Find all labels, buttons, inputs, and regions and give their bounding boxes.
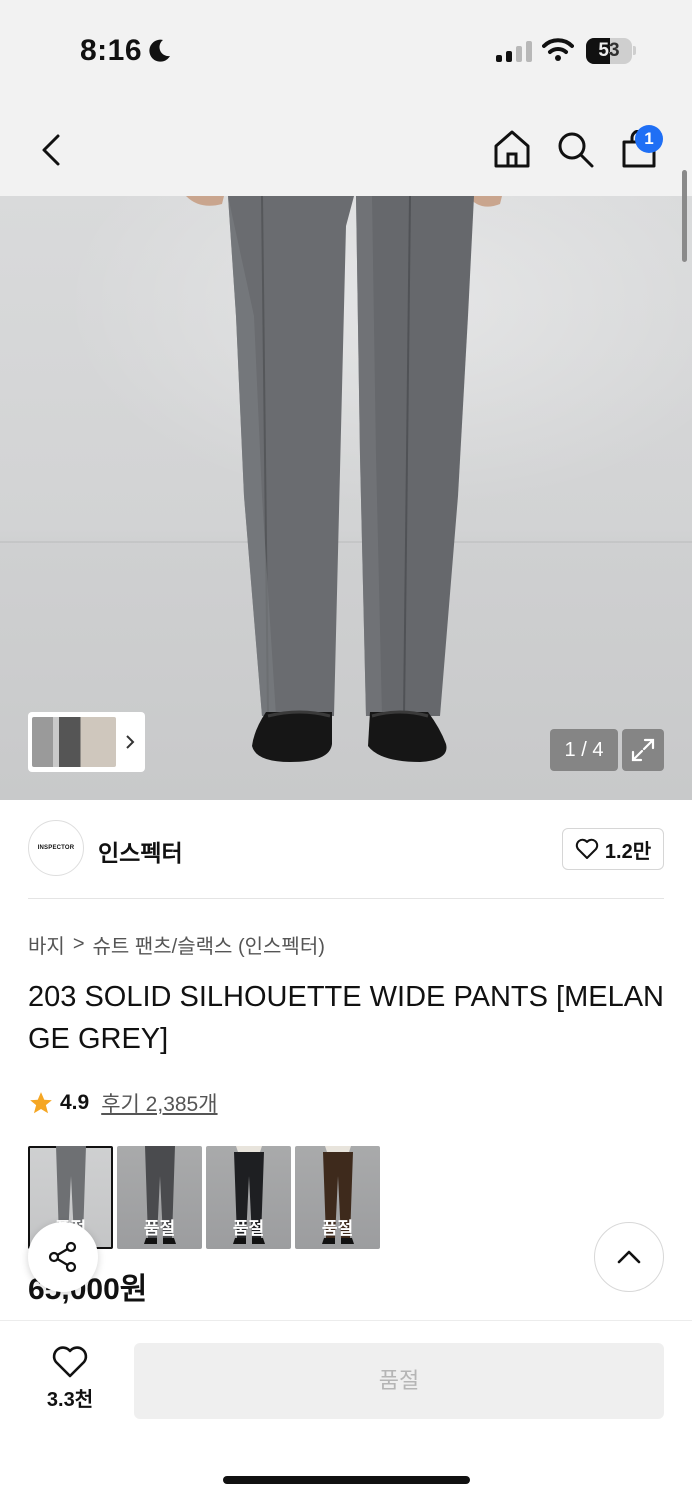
- review-count-link[interactable]: 후기 2,385개: [101, 1088, 217, 1118]
- variant-thumbnail[interactable]: 품절: [206, 1146, 291, 1249]
- chevron-up-icon: [617, 1250, 641, 1264]
- battery-tip: [633, 46, 636, 55]
- share-icon: [48, 1241, 77, 1273]
- brand-row: INSPECTOR 인스펙터 1.2만: [28, 820, 664, 880]
- breadcrumb: 바지 > 슈트 팬츠/슬랙스 (인스펙터): [28, 930, 325, 959]
- rating-row: 4.9 후기 2,385개: [28, 1088, 218, 1118]
- scrollbar[interactable]: [682, 170, 687, 262]
- battery-icon: 53: [586, 38, 632, 64]
- wifi-icon: [542, 38, 574, 61]
- back-arrow-icon[interactable]: [34, 130, 70, 170]
- top-nav-bar: [0, 100, 692, 196]
- divider: [28, 898, 664, 899]
- brand-logo-text: INSPECTOR: [37, 845, 75, 851]
- product-title: 203 SOLID SILHOUETTE WIDE PANTS [MELANGE…: [28, 981, 665, 1055]
- gallery-thumbnail-strip[interactable]: [28, 712, 145, 772]
- cart-count-badge: 1: [635, 125, 663, 153]
- bottom-action-bar: 3.3천 품절: [0, 1320, 692, 1500]
- brand-name[interactable]: 인스펙터: [98, 834, 183, 868]
- breadcrumb-category[interactable]: 바지: [28, 930, 65, 959]
- variant-thumbnail[interactable]: 품절: [117, 1146, 202, 1249]
- gallery-thumbnails: [32, 717, 116, 767]
- status-bar: 8:16 53: [0, 0, 692, 100]
- brand-logo[interactable]: INSPECTOR: [28, 820, 84, 876]
- expand-image-button[interactable]: [622, 729, 664, 771]
- gallery-page-counter: 1 / 4: [550, 729, 618, 771]
- sold-out-label: 품절: [143, 1219, 176, 1238]
- home-indicator: [223, 1476, 470, 1484]
- star-icon: [30, 1092, 52, 1114]
- breadcrumb-separator: >: [72, 933, 85, 955]
- moon-icon: [149, 39, 170, 62]
- variant-thumbnail[interactable]: 품절: [295, 1146, 380, 1249]
- scroll-to-top-button[interactable]: [594, 1222, 664, 1292]
- expand-icon: [631, 738, 655, 762]
- brand-like-button[interactable]: 1.2만: [562, 828, 664, 870]
- cellular-signal-icon: [496, 40, 532, 62]
- heart-icon: [575, 838, 599, 859]
- product-image-gallery[interactable]: 1 / 4: [0, 196, 692, 800]
- breadcrumb-subcategory[interactable]: 슈트 팬츠/슬랙스 (인스펙터): [93, 930, 325, 959]
- sold-out-button[interactable]: 품절: [134, 1343, 664, 1419]
- share-button[interactable]: [28, 1222, 98, 1292]
- wishlist-count: 3.3천: [46, 1389, 94, 1411]
- wishlist-button[interactable]: 3.3천: [34, 1345, 106, 1412]
- search-icon[interactable]: [556, 130, 596, 170]
- chevron-right-icon: [126, 735, 135, 749]
- home-icon[interactable]: [492, 128, 532, 170]
- battery-level: 53: [598, 40, 620, 61]
- rating-score: 4.9: [60, 1091, 90, 1114]
- sold-out-label: 품절: [232, 1219, 265, 1238]
- heart-icon: [52, 1346, 88, 1378]
- brand-like-count: 1.2만: [604, 840, 652, 863]
- status-time: 8:16: [80, 34, 143, 67]
- product-photo: [186, 196, 502, 762]
- sold-out-label: 품절: [321, 1219, 354, 1238]
